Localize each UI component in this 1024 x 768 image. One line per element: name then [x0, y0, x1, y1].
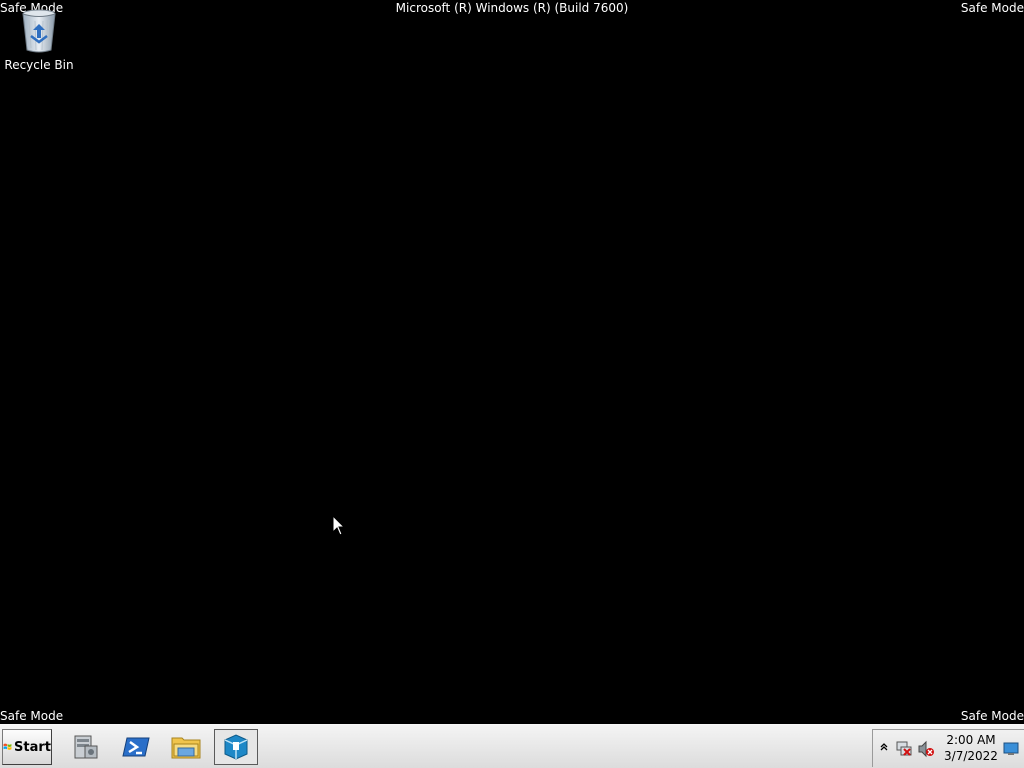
app-box-icon: [224, 734, 248, 760]
mouse-cursor-icon: [332, 515, 346, 536]
desktop-icon-label: Recycle Bin: [4, 58, 74, 72]
windows-explorer-icon: [171, 737, 201, 759]
safe-mode-label-top-right: Safe Mode: [960, 1, 1024, 15]
show-desktop-icon[interactable]: [1003, 742, 1019, 756]
show-hidden-icons-chevron-icon[interactable]: [879, 742, 889, 752]
build-label: Microsoft (R) Windows (R) (Build 7600): [395, 1, 629, 15]
recycle-bin-icon: [22, 9, 56, 53]
windows-flag-icon: [3, 743, 12, 750]
server-manager-icon: [74, 735, 98, 759]
safe-mode-label-bottom-left: Safe Mode: [0, 709, 64, 723]
network-disconnected-icon[interactable]: [895, 740, 913, 758]
start-button[interactable]: Start: [2, 729, 52, 765]
notification-area: 2:00 AM 3/7/2022: [872, 729, 1024, 767]
taskbar-windows-explorer-button[interactable]: [164, 729, 208, 765]
clock-date: 3/7/2022: [944, 749, 998, 763]
volume-muted-icon[interactable]: [917, 740, 935, 758]
start-label: Start: [14, 739, 51, 755]
taskbar-powershell-button[interactable]: [114, 729, 158, 765]
clock-time: 2:00 AM: [946, 733, 996, 747]
taskbar-app-button-active[interactable]: [214, 729, 258, 765]
clock[interactable]: 2:00 AM 3/7/2022: [943, 732, 999, 764]
safe-mode-label-bottom-right: Safe Mode: [960, 709, 1024, 723]
taskbar-server-manager-button[interactable]: [64, 729, 108, 765]
desktop[interactable]: Safe Mode Microsoft (R) Windows (R) (Bui…: [0, 0, 1024, 724]
taskbar: Start 2:00 AM 3/7/2022: [0, 724, 1024, 768]
desktop-icon-recycle-bin[interactable]: Recycle Bin: [4, 8, 74, 72]
powershell-icon: [122, 737, 150, 757]
